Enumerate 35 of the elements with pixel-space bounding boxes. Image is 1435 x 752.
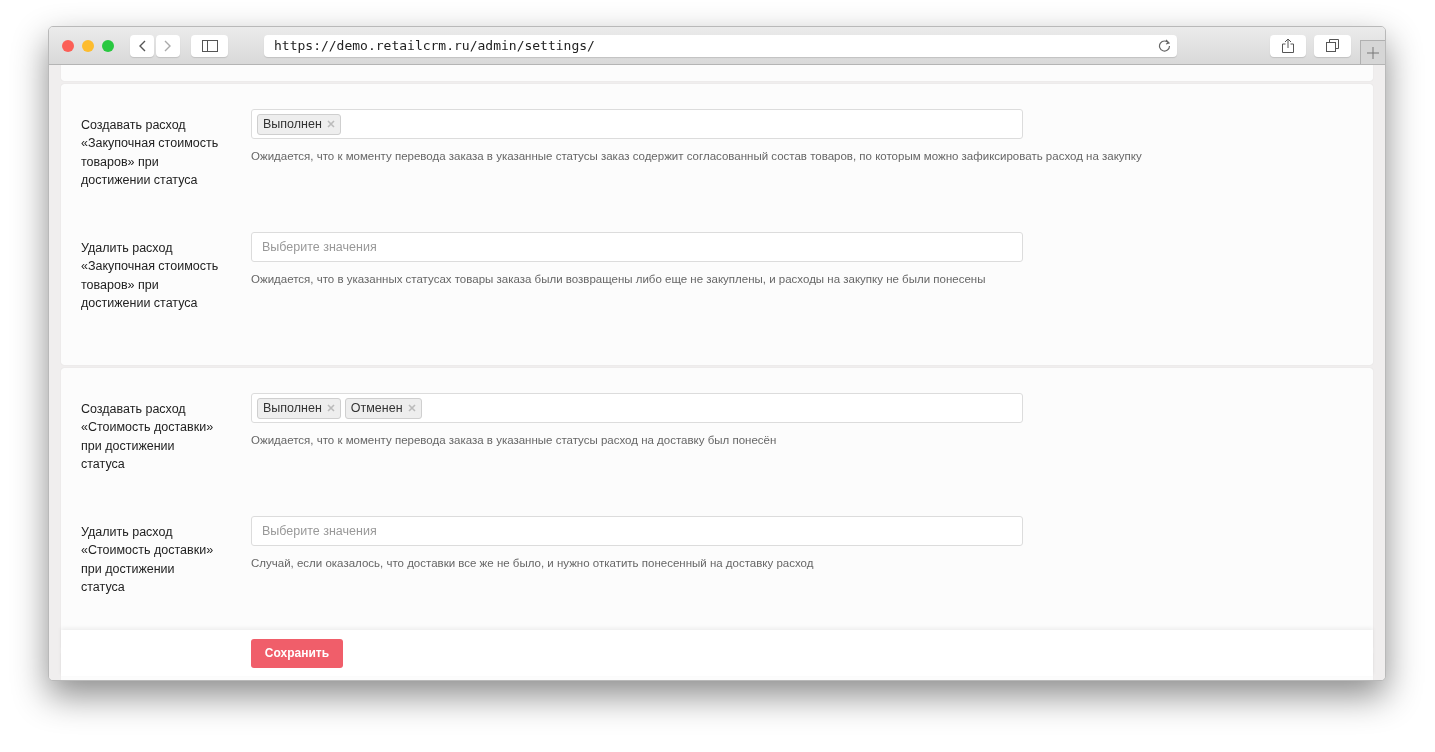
status-tag: Выполнен <box>257 113 341 135</box>
hint-text: Ожидается, что к моменту перевода заказа в указанные статусы заказ содержит согласованный состав товаров, по которым можно зафиксировать расход на закупку <box>251 150 1142 162</box>
chevron-right-icon <box>164 39 172 52</box>
status-tag: Отменен <box>344 397 422 419</box>
status-select[interactable]: Выполнен Отменен <box>251 393 1023 423</box>
plus-icon <box>1367 46 1379 59</box>
status-tag: Выполнен <box>257 397 341 419</box>
address-bar[interactable]: https://demo.retailcrm.ru/admin/settings/ <box>264 34 1177 57</box>
field-label: Создавать расход «Стоимость доставки» при достижении статуса <box>81 401 215 473</box>
chevron-left-icon <box>138 39 146 52</box>
hint-text: Случай, если оказалось, что доставки все же не было, и нужно откатить понесенный на доставку расход <box>251 557 815 569</box>
back-button[interactable] <box>130 34 154 57</box>
zoom-button[interactable] <box>102 39 114 52</box>
placeholder: Выберите значения <box>261 524 377 538</box>
forward-button[interactable] <box>156 34 180 57</box>
remove-icon <box>326 120 335 128</box>
hint-text: Ожидается, что к моменту перевода заказа в указанные статусы расход на доставку был понесён <box>251 434 778 446</box>
placeholder: Выберите значения <box>261 240 377 254</box>
tabs-button[interactable] <box>1314 34 1351 57</box>
share-button[interactable] <box>1270 34 1306 57</box>
share-icon <box>1282 38 1294 53</box>
remove-icon <box>407 404 416 412</box>
minimize-button[interactable] <box>82 39 94 52</box>
close-button[interactable] <box>62 39 74 52</box>
field-label: Удалить расход «Стоимость доставки» при достижении статуса <box>81 524 215 596</box>
new-tab-button[interactable] <box>1360 40 1385 64</box>
sidebar-button[interactable] <box>191 34 228 57</box>
reload-icon <box>1158 39 1171 52</box>
tabs-icon <box>1326 39 1339 52</box>
field-label: Создавать расход «Закупочная стоимость товаров» при достижении статуса <box>81 117 220 189</box>
sidebar-icon <box>201 39 218 52</box>
status-select[interactable]: Выполнен <box>251 109 1023 139</box>
hint-text: Ожидается, что в указанных статусах товары заказа были возвращены либо еще не закуплены, и расходы на закупку не были понесены <box>251 273 987 285</box>
field-label: Удалить расход «Закупочная стоимость товаров» при достижении статуса <box>81 240 220 312</box>
remove-icon <box>326 404 335 412</box>
